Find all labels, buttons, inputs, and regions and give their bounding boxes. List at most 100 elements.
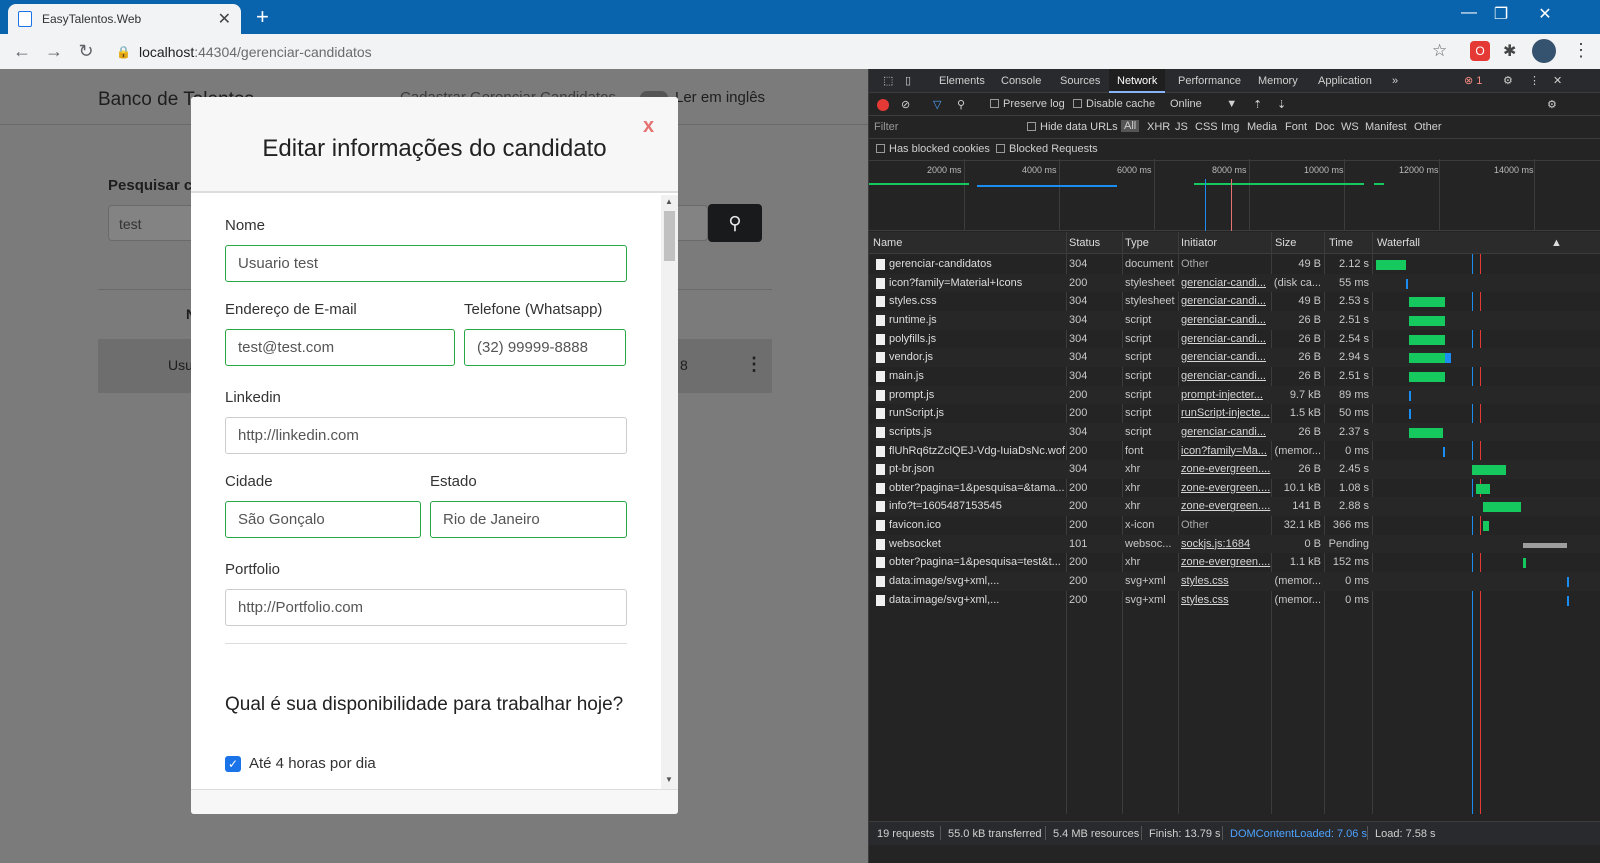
col-type[interactable]: Type — [1125, 237, 1149, 249]
col-waterfall[interactable]: Waterfall — [1377, 237, 1420, 249]
clear-icon[interactable]: ⊘ — [901, 98, 910, 111]
tab-elements[interactable]: Elements — [931, 69, 993, 93]
request-initiator[interactable]: zone-evergreen.... — [1181, 500, 1271, 512]
new-tab-icon[interactable]: + — [256, 4, 269, 30]
request-row[interactable]: prompt.js 200 script prompt-injecter... 9.7 … — [869, 385, 1600, 405]
filter-ws[interactable]: WS — [1341, 121, 1359, 133]
filter-css[interactable]: CSS — [1195, 121, 1218, 133]
col-status[interactable]: Status — [1069, 237, 1100, 249]
telefone-field[interactable]: (32) 99999-8888 — [464, 329, 626, 366]
linkedin-field[interactable]: http://linkedin.com — [225, 417, 627, 454]
has-blocked-cookies-checkbox[interactable]: Has blocked cookies — [876, 143, 990, 155]
portfolio-field[interactable]: http://Portfolio.com — [225, 589, 627, 626]
filter-xhr[interactable]: XHR — [1147, 121, 1170, 133]
email-field[interactable]: test@test.com — [225, 329, 455, 366]
sort-ascending-icon[interactable]: ▲ — [1551, 237, 1562, 249]
tab-memory[interactable]: Memory — [1250, 69, 1306, 93]
request-row[interactable]: main.js 304 script gerenciar-candi... 26 B 2.… — [869, 367, 1600, 386]
request-initiator[interactable]: gerenciar-candi... — [1181, 333, 1271, 345]
request-row[interactable]: runtime.js 304 script gerenciar-candi... 26 … — [869, 310, 1600, 330]
request-initiator[interactable]: gerenciar-candi... — [1181, 370, 1271, 382]
availability-checkbox[interactable]: ✓ — [225, 756, 241, 772]
request-initiator[interactable]: styles.css — [1181, 594, 1271, 606]
request-row[interactable]: favicon.ico 200 x-icon Other 32.1 kB 366 ms — [869, 516, 1600, 535]
request-initiator[interactable]: icon?family=Ma... — [1181, 445, 1271, 457]
request-initiator[interactable]: gerenciar-candi... — [1181, 426, 1271, 438]
profile-avatar[interactable] — [1532, 39, 1556, 63]
device-toolbar-icon[interactable]: ▯ — [897, 69, 919, 93]
filter-other[interactable]: Other — [1414, 121, 1442, 133]
request-row[interactable]: icon?family=Material+Icons 200 stylesheet g… — [869, 273, 1600, 293]
request-row[interactable]: vendor.js 304 script gerenciar-candi... 26 B… — [869, 348, 1600, 367]
search-icon[interactable]: ⚲ — [957, 98, 965, 111]
request-row[interactable]: gerenciar-candidatos 304 document Other 49 B… — [869, 255, 1600, 274]
request-row[interactable]: info?t=1605487153545 200 xhr zone-evergreen… — [869, 497, 1600, 517]
col-time[interactable]: Time — [1329, 237, 1353, 249]
close-icon[interactable]: x — [643, 115, 654, 138]
more-tabs-icon[interactable]: » — [1384, 69, 1406, 93]
request-row[interactable]: polyfills.js 304 script gerenciar-candi... 2… — [869, 330, 1600, 349]
tab-close-icon[interactable]: ✕ — [218, 9, 231, 29]
close-window-icon[interactable]: ✕ — [1522, 4, 1568, 24]
request-row[interactable]: runScript.js 200 script runScript-injecte..… — [869, 404, 1600, 423]
filter-media[interactable]: Media — [1247, 121, 1277, 133]
modal-scrollbar[interactable]: ▲ ▼ — [661, 195, 678, 789]
tab-sources[interactable]: Sources — [1052, 69, 1108, 93]
extension-icon[interactable]: O — [1470, 41, 1490, 61]
restore-icon[interactable]: ❐ — [1478, 4, 1524, 24]
request-initiator[interactable]: sockjs.js:1684 — [1181, 538, 1271, 550]
filter-manifest[interactable]: Manifest — [1365, 121, 1407, 133]
preserve-log-checkbox[interactable]: Preserve log — [990, 98, 1065, 110]
request-initiator[interactable]: gerenciar-candi... — [1181, 351, 1271, 363]
filter-js[interactable]: JS — [1175, 121, 1188, 133]
scroll-thumb[interactable] — [664, 211, 675, 261]
col-size[interactable]: Size — [1275, 237, 1296, 249]
request-row[interactable]: scripts.js 304 script gerenciar-candi... 26 … — [869, 422, 1600, 442]
record-icon[interactable] — [877, 99, 889, 111]
nome-field[interactable]: Usuario test — [225, 245, 627, 282]
reload-icon[interactable]: ↻ — [70, 41, 102, 62]
error-badge[interactable]: ⊗ 1 — [1456, 69, 1490, 93]
request-initiator[interactable]: runScript-injecte... — [1181, 407, 1271, 419]
browser-tab[interactable]: EasyTalentos.Web ✕ — [8, 4, 241, 34]
browser-menu-icon[interactable]: ⋮ — [1572, 40, 1590, 61]
tab-performance[interactable]: Performance — [1170, 69, 1249, 93]
request-initiator[interactable]: gerenciar-candi... — [1181, 295, 1271, 307]
filter-doc[interactable]: Doc — [1315, 121, 1335, 133]
cidade-field[interactable]: São Gonçalo — [225, 501, 421, 538]
request-initiator[interactable]: zone-evergreen.... — [1181, 463, 1271, 475]
filter-font[interactable]: Font — [1285, 121, 1307, 133]
tab-console[interactable]: Console — [993, 69, 1049, 93]
filter-input[interactable]: Filter — [874, 121, 898, 133]
network-settings-icon[interactable]: ⚙ — [1547, 98, 1557, 111]
filter-all[interactable]: All — [1121, 120, 1140, 132]
search-button[interactable]: ⚲ — [708, 204, 762, 242]
request-row[interactable]: data:image/svg+xml,... 200 svg+xml styles.c… — [869, 591, 1600, 610]
request-initiator[interactable]: styles.css — [1181, 575, 1271, 587]
request-row[interactable]: styles.css 304 stylesheet gerenciar-candi..… — [869, 292, 1600, 311]
throttling-select[interactable]: Online ▼ — [1170, 98, 1237, 110]
back-icon[interactable]: ← — [6, 41, 38, 62]
tab-network[interactable]: Network — [1109, 69, 1166, 93]
request-row[interactable]: flUhRq6tzZclQEJ-Vdg-IuiaDsNc.wof... 200 fo… — [869, 442, 1600, 461]
request-initiator[interactable]: zone-evergreen.... — [1181, 556, 1271, 568]
scroll-up-icon[interactable]: ▲ — [665, 197, 673, 206]
close-devtools-icon[interactable]: ✕ — [1545, 69, 1570, 93]
request-initiator[interactable]: gerenciar-candi... — [1181, 277, 1271, 289]
import-har-icon[interactable]: ⇡ — [1253, 98, 1262, 111]
col-initiator[interactable]: Initiator — [1181, 237, 1217, 249]
disable-cache-checkbox[interactable]: Disable cache — [1073, 98, 1155, 110]
request-initiator[interactable]: gerenciar-candi... — [1181, 314, 1271, 326]
settings-gear-icon[interactable]: ⚙ — [1495, 69, 1521, 93]
forward-icon[interactable]: → — [38, 41, 70, 62]
request-initiator[interactable]: prompt-injecter... — [1181, 389, 1271, 401]
blocked-requests-checkbox[interactable]: Blocked Requests — [996, 143, 1098, 155]
request-row[interactable]: websocket 101 websoc... sockjs.js:1684 0 B Pe… — [869, 534, 1600, 554]
request-row[interactable]: data:image/svg+xml,... 200 svg+xml styles.c… — [869, 572, 1600, 591]
request-initiator[interactable]: zone-evergreen.... — [1181, 482, 1271, 494]
request-row[interactable]: pt-br.json 304 xhr zone-evergreen.... 26 B 2.… — [869, 460, 1600, 479]
filter-icon[interactable]: ▽ — [933, 98, 941, 111]
scroll-down-icon[interactable]: ▼ — [665, 775, 673, 784]
row-menu-icon[interactable]: ⋮ — [745, 354, 763, 375]
bookmark-star-icon[interactable]: ☆ — [1432, 41, 1447, 61]
